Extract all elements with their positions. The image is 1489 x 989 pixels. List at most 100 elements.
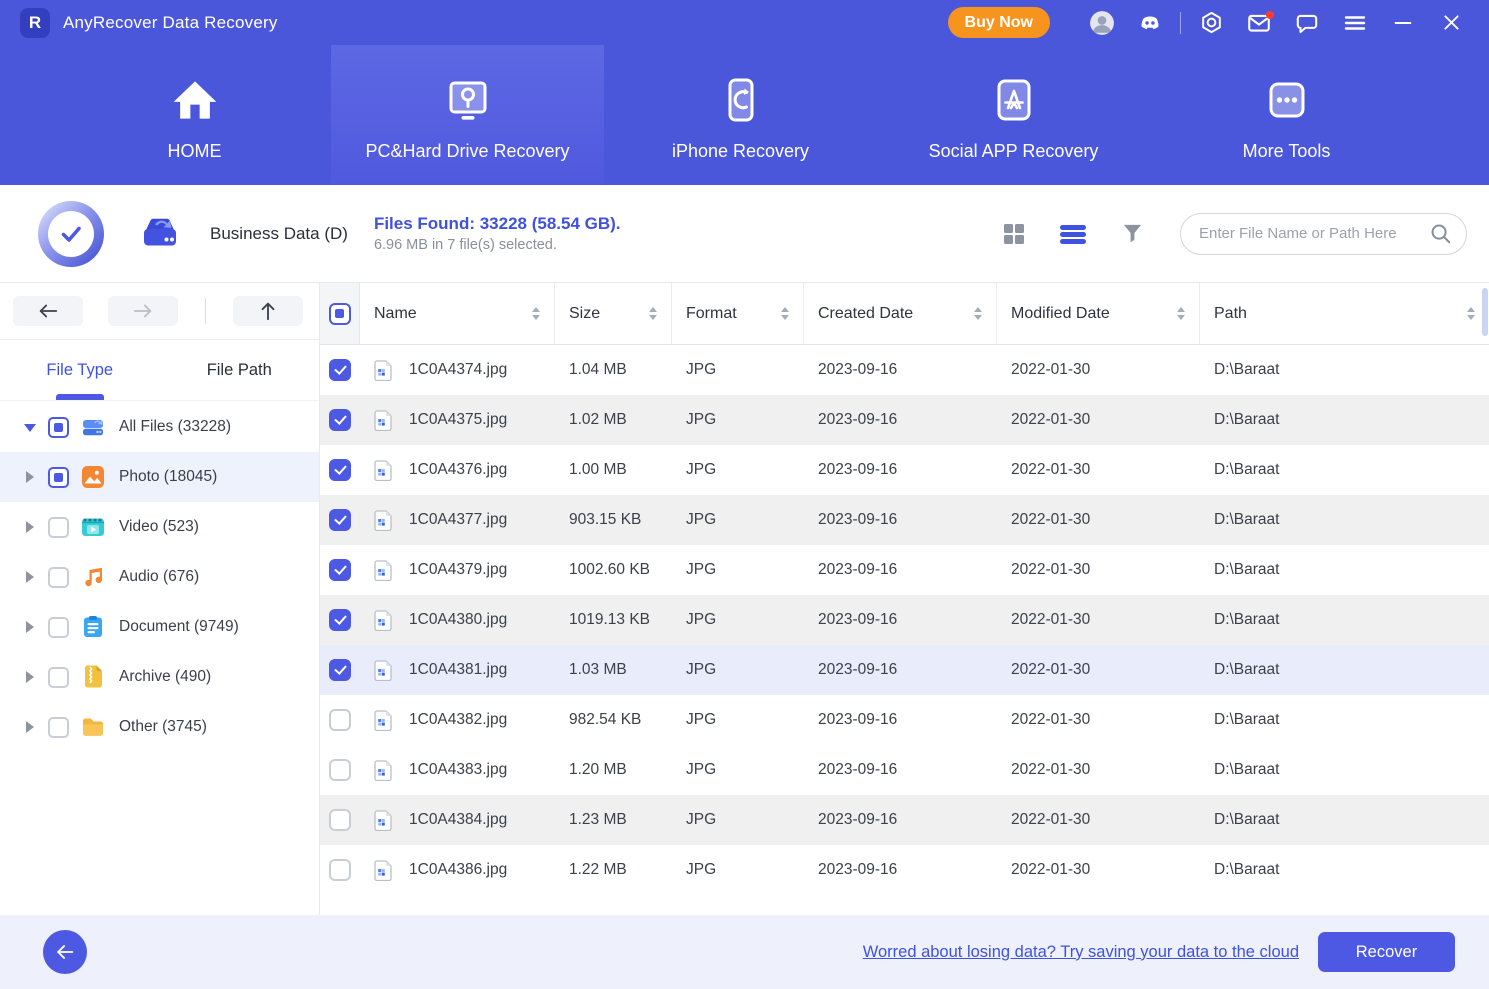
account-icon[interactable]: [1078, 0, 1126, 45]
tree-item-all-files[interactable]: All Files (33228): [0, 402, 319, 452]
tab-pc-hard-drive-recovery[interactable]: PC&Hard Drive Recovery: [331, 45, 604, 185]
sort-icon[interactable]: [1177, 307, 1185, 320]
column-header-format[interactable]: Format: [672, 283, 804, 344]
cloud-save-link[interactable]: Worred about losing data? Try saving you…: [863, 943, 1299, 962]
table-row[interactable]: 1C0A4386.jpg 1.22 MB JPG 2023-09-16 2022…: [320, 845, 1489, 895]
cell-created-date: 2023-09-16: [804, 411, 997, 429]
expander-icon[interactable]: [24, 471, 36, 483]
row-checkbox[interactable]: [329, 659, 351, 681]
table-row[interactable]: 1C0A4379.jpg 1002.60 KB JPG 2023-09-16 2…: [320, 545, 1489, 595]
table-row[interactable]: 1C0A4376.jpg 1.00 MB JPG 2023-09-16 2022…: [320, 445, 1489, 495]
discord-icon[interactable]: [1126, 0, 1174, 45]
minimize-icon[interactable]: [1379, 0, 1427, 45]
settings-icon[interactable]: [1187, 0, 1235, 45]
menu-icon[interactable]: [1331, 0, 1379, 45]
buy-now-button[interactable]: Buy Now: [948, 7, 1050, 38]
tree-item-other[interactable]: Other (3745): [0, 702, 319, 752]
row-checkbox[interactable]: [329, 409, 351, 431]
image-file-icon: [374, 710, 392, 731]
table-row[interactable]: 1C0A4380.jpg 1019.13 KB JPG 2023-09-16 2…: [320, 595, 1489, 645]
column-header-name[interactable]: Name: [360, 283, 555, 344]
tree-item-photo[interactable]: Photo (18045): [0, 452, 319, 502]
table-scrollbar[interactable]: [1482, 288, 1488, 336]
column-header-path[interactable]: Path: [1200, 283, 1489, 344]
selection-summary-text: 6.96 MB in 7 file(s) selected.: [374, 237, 621, 253]
tree-checkbox[interactable]: [48, 417, 69, 438]
row-checkbox[interactable]: [329, 459, 351, 481]
row-checkbox[interactable]: [329, 359, 351, 381]
chat-icon[interactable]: [1283, 0, 1331, 45]
cell-path: D:\Baraat: [1200, 711, 1489, 729]
row-checkbox[interactable]: [329, 559, 351, 581]
tree-checkbox[interactable]: [48, 517, 69, 538]
file-name: 1C0A4382.jpg: [409, 711, 507, 729]
sidebar: File Type File Path All Fi: [0, 283, 320, 915]
expander-icon[interactable]: [24, 671, 36, 683]
expander-icon[interactable]: [24, 571, 36, 583]
cell-format: JPG: [672, 761, 804, 779]
forward-button[interactable]: [108, 296, 178, 326]
row-checkbox[interactable]: [329, 859, 351, 881]
row-checkbox[interactable]: [329, 609, 351, 631]
file-name: 1C0A4384.jpg: [409, 811, 507, 829]
close-icon[interactable]: [1427, 0, 1475, 45]
footer: Worred about losing data? Try saving you…: [0, 915, 1489, 989]
expander-icon[interactable]: [24, 621, 36, 633]
mail-icon[interactable]: [1235, 0, 1283, 45]
tree-item-video[interactable]: Video (523): [0, 502, 319, 552]
expander-icon[interactable]: [24, 521, 36, 533]
table-row[interactable]: 1C0A4384.jpg 1.23 MB JPG 2023-09-16 2022…: [320, 795, 1489, 845]
tab-home[interactable]: HOME: [58, 45, 331, 185]
sort-icon[interactable]: [974, 307, 982, 320]
tree-item-audio[interactable]: Audio (676): [0, 552, 319, 602]
search-icon[interactable]: [1429, 222, 1452, 245]
tree-checkbox[interactable]: [48, 467, 69, 488]
row-checkbox[interactable]: [329, 809, 351, 831]
cell-created-date: 2023-09-16: [804, 361, 997, 379]
tab-iphone-recovery[interactable]: iPhone Recovery: [604, 45, 877, 185]
tree-checkbox[interactable]: [48, 667, 69, 688]
column-label: Size: [569, 305, 600, 323]
select-all-checkbox[interactable]: [329, 303, 351, 325]
expander-icon[interactable]: [24, 421, 36, 433]
row-checkbox[interactable]: [329, 509, 351, 531]
filter-icon[interactable]: [1110, 212, 1154, 256]
tree-item-document[interactable]: Document (9749): [0, 602, 319, 652]
column-header-size[interactable]: Size: [555, 283, 672, 344]
tree-checkbox[interactable]: [48, 717, 69, 738]
footer-back-button[interactable]: [43, 930, 87, 974]
tree-item-archive[interactable]: Archive (490): [0, 652, 319, 702]
grid-view-icon[interactable]: [992, 212, 1036, 256]
expander-icon[interactable]: [24, 721, 36, 733]
row-checkbox[interactable]: [329, 709, 351, 731]
tab-file-path[interactable]: File Path: [160, 340, 320, 400]
back-button[interactable]: [13, 296, 83, 326]
recover-button[interactable]: Recover: [1318, 932, 1455, 972]
select-all-cell: [320, 283, 360, 344]
table-row[interactable]: 1C0A4383.jpg 1.20 MB JPG 2023-09-16 2022…: [320, 745, 1489, 795]
list-view-icon[interactable]: [1051, 212, 1095, 256]
sort-icon[interactable]: [532, 307, 540, 320]
tab-social-app-recovery[interactable]: Social APP Recovery: [877, 45, 1150, 185]
tree-checkbox[interactable]: [48, 567, 69, 588]
cell-created-date: 2023-09-16: [804, 861, 997, 879]
column-header-created-date[interactable]: Created Date: [804, 283, 997, 344]
table-row[interactable]: 1C0A4377.jpg 903.15 KB JPG 2023-09-16 20…: [320, 495, 1489, 545]
search-input[interactable]: [1199, 225, 1429, 242]
sort-icon[interactable]: [649, 307, 657, 320]
sort-icon[interactable]: [781, 307, 789, 320]
cell-format: JPG: [672, 811, 804, 829]
tab-more-tools[interactable]: More Tools: [1150, 45, 1423, 185]
table-row[interactable]: 1C0A4374.jpg 1.04 MB JPG 2023-09-16 2022…: [320, 345, 1489, 395]
up-button[interactable]: [233, 296, 303, 326]
table-row[interactable]: 1C0A4382.jpg 982.54 KB JPG 2023-09-16 20…: [320, 695, 1489, 745]
sort-icon[interactable]: [1467, 307, 1475, 320]
column-header-modified-date[interactable]: Modified Date: [997, 283, 1200, 344]
image-file-icon: [374, 860, 392, 881]
row-checkbox[interactable]: [329, 759, 351, 781]
tree-checkbox[interactable]: [48, 617, 69, 638]
tab-file-type[interactable]: File Type: [0, 340, 160, 400]
table-row[interactable]: 1C0A4375.jpg 1.02 MB JPG 2023-09-16 2022…: [320, 395, 1489, 445]
cell-created-date: 2023-09-16: [804, 561, 997, 579]
table-row[interactable]: 1C0A4381.jpg 1.03 MB JPG 2023-09-16 2022…: [320, 645, 1489, 695]
